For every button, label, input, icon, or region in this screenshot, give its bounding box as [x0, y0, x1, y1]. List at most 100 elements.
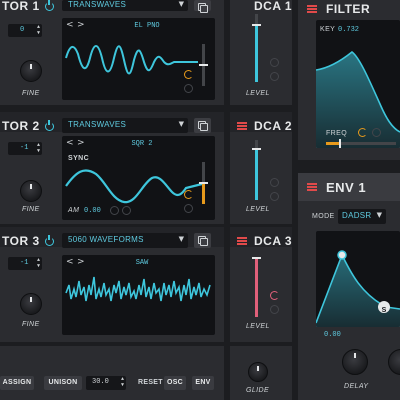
- oscillator-3-wave-select[interactable]: 5060 WAVEFORMS ▼: [62, 233, 188, 248]
- oscillator-2-am-knob-1[interactable]: [110, 206, 119, 215]
- oscillator-2-wave-select[interactable]: TRANSWAVES ▼: [62, 118, 188, 133]
- oscillator-2-aux-knob[interactable]: [184, 204, 193, 213]
- dca-3-title: DCA 3: [254, 234, 293, 248]
- filter-panel: FILTER KEY 0.732 FREQ: [298, 0, 400, 160]
- menu-icon[interactable]: [307, 183, 317, 191]
- dca-3-mod-knob-2[interactable]: [270, 305, 279, 314]
- oscillator-3-panel: TOR 3 5060 WAVEFORMS ▼ -1 ▲ ▼ FINE < > SA…: [0, 227, 224, 342]
- envelope-1-display: S 0.00: [316, 231, 400, 339]
- dca-2-title: DCA 2: [254, 119, 293, 133]
- reset-env-button[interactable]: ENV: [192, 376, 214, 390]
- chevron-down-icon: ▼: [376, 211, 382, 219]
- filter-response-display: KEY 0.732 FREQ: [316, 20, 400, 148]
- dca-2-level-fill: [255, 148, 258, 200]
- envelope-1-curve: [316, 250, 400, 327]
- dca-3-level-label: LEVEL: [246, 323, 270, 330]
- glide-knob[interactable]: [248, 362, 268, 382]
- oscillator-1-coarse-field[interactable]: 0 ▲ ▼: [8, 24, 42, 37]
- dca-3-mod-knob-1[interactable]: [270, 291, 279, 300]
- envelope-1-value[interactable]: 0.00: [324, 331, 341, 339]
- dca-2-mod-knob-1[interactable]: [270, 178, 279, 187]
- dca-1-level-fill: [255, 24, 258, 82]
- oscillator-3-title: TOR 3: [2, 234, 40, 248]
- slider-handle[interactable]: [199, 182, 208, 184]
- oscillator-1-fine-label: FINE: [22, 90, 40, 97]
- filter-freq-slider-fill: [326, 142, 340, 145]
- oscillator-2-panel: TOR 2 TRANSWAVES ▼ -1 ▲ ▼ FINE < > SQR 2 …: [0, 112, 224, 224]
- stepper-icon: ▲ ▼: [36, 257, 40, 269]
- envelope-1-sustain-point[interactable]: S: [378, 301, 390, 314]
- dca-1-title: DCA 1: [254, 0, 293, 13]
- menu-icon[interactable]: [237, 237, 247, 245]
- oscillator-2-fine-knob[interactable]: [20, 180, 42, 202]
- copy-icon[interactable]: [194, 233, 211, 248]
- oscillator-2-title: TOR 2: [2, 119, 40, 133]
- dca-3-level-fill: [255, 257, 258, 317]
- oscillator-3-waveform-display: < > SAW: [62, 255, 215, 335]
- slider-handle[interactable]: [252, 257, 261, 259]
- dca-1-level-label: LEVEL: [246, 90, 270, 97]
- glide-label: GLIDE: [246, 387, 270, 394]
- oscillator-2-coarse-field[interactable]: -1 ▲ ▼: [8, 142, 42, 155]
- copy-icon[interactable]: [194, 0, 211, 13]
- assign-button[interactable]: ASSIGN: [0, 376, 34, 390]
- synth-editor: TOR 1 TRANSWAVES ▼ 0 ▲ ▼ FINE < > EL PNO …: [0, 0, 400, 400]
- power-icon[interactable]: [45, 235, 54, 246]
- envelope-1-attack-point[interactable]: [337, 250, 347, 260]
- dca-1-mod-knob-1[interactable]: [270, 58, 279, 67]
- unison-button[interactable]: UNISON: [44, 376, 82, 390]
- slider-handle[interactable]: [199, 64, 208, 66]
- copy-icon[interactable]: [194, 118, 211, 133]
- dca-2-level-label: LEVEL: [246, 206, 270, 213]
- oscillator-3-coarse-field[interactable]: -1 ▲ ▼: [8, 257, 42, 270]
- oscillator-1-wave-select[interactable]: TRANSWAVES ▼: [62, 0, 188, 11]
- oscillator-2-am-label: AM: [68, 207, 80, 214]
- dca-1-panel: DCA 1 LEVEL: [230, 0, 292, 105]
- envelope-1-title: ENV 1: [326, 180, 367, 195]
- chevron-down-icon: ▼: [178, 0, 184, 8]
- oscillator-1-title: TOR 1: [2, 0, 40, 13]
- power-icon[interactable]: [45, 0, 54, 11]
- slider-handle[interactable]: [252, 24, 261, 26]
- oscillator-2-am-value[interactable]: 0.00: [84, 207, 101, 215]
- envelope-1-panel: ENV 1 MODE DADSR ▼ S 0.00 DELAY: [298, 173, 400, 400]
- menu-icon[interactable]: [307, 5, 317, 13]
- oscillator-1-aux-knob[interactable]: [184, 84, 193, 93]
- filter-freq-mod-knob[interactable]: [358, 128, 367, 137]
- oscillator-2-am-knob-2[interactable]: [122, 206, 131, 215]
- chevron-down-icon: ▼: [178, 235, 184, 243]
- oscillator-3-fine-label: FINE: [22, 321, 40, 328]
- filter-freq-label: FREQ: [326, 130, 348, 137]
- oscillator-1-mod-knob[interactable]: [184, 70, 193, 79]
- menu-icon[interactable]: [237, 122, 247, 130]
- oscillator-2-mod-knob[interactable]: [184, 190, 193, 199]
- chevron-down-icon: ▼: [178, 120, 184, 128]
- oscillator-3-waveform: [65, 276, 211, 302]
- reset-label: RESET: [138, 379, 163, 386]
- dca-2-mod-knob-2[interactable]: [270, 192, 279, 201]
- envelope-1-mode-select[interactable]: DADSR ▼: [338, 209, 386, 224]
- stepper-icon: ▲ ▼: [36, 24, 40, 36]
- oscillator-2-fine-label: FINE: [22, 206, 40, 213]
- envelope-1-mode-label: MODE: [312, 213, 335, 220]
- oscillator-3-fine-knob[interactable]: [20, 293, 42, 315]
- reset-osc-button[interactable]: OSC: [164, 376, 186, 390]
- power-icon[interactable]: [45, 120, 54, 131]
- dca-1-mod-knob-2[interactable]: [270, 72, 279, 81]
- unison-detune-field[interactable]: 30.0 ▲ ▼: [86, 376, 126, 390]
- dca-2-panel: DCA 2 LEVEL: [230, 112, 292, 224]
- bottom-bar: [0, 346, 224, 400]
- stepper-icon: ▲ ▼: [120, 376, 124, 388]
- envelope-1-delay-label: DELAY: [344, 383, 369, 390]
- oscillator-2-slider-fill: [202, 182, 205, 204]
- stepper-icon: ▲ ▼: [36, 142, 40, 154]
- envelope-1-attack-knob[interactable]: [388, 349, 400, 375]
- oscillator-1-panel: TOR 1 TRANSWAVES ▼ 0 ▲ ▼ FINE < > EL PNO: [0, 0, 224, 105]
- slider-handle[interactable]: [339, 139, 341, 148]
- envelope-1-delay-knob[interactable]: [342, 349, 368, 375]
- filter-freq-aux-knob[interactable]: [372, 128, 381, 137]
- oscillator-1-fine-knob[interactable]: [20, 60, 42, 82]
- dca-3-panel: DCA 3 LEVEL: [230, 227, 292, 342]
- slider-handle[interactable]: [252, 148, 261, 150]
- filter-title: FILTER: [326, 2, 371, 16]
